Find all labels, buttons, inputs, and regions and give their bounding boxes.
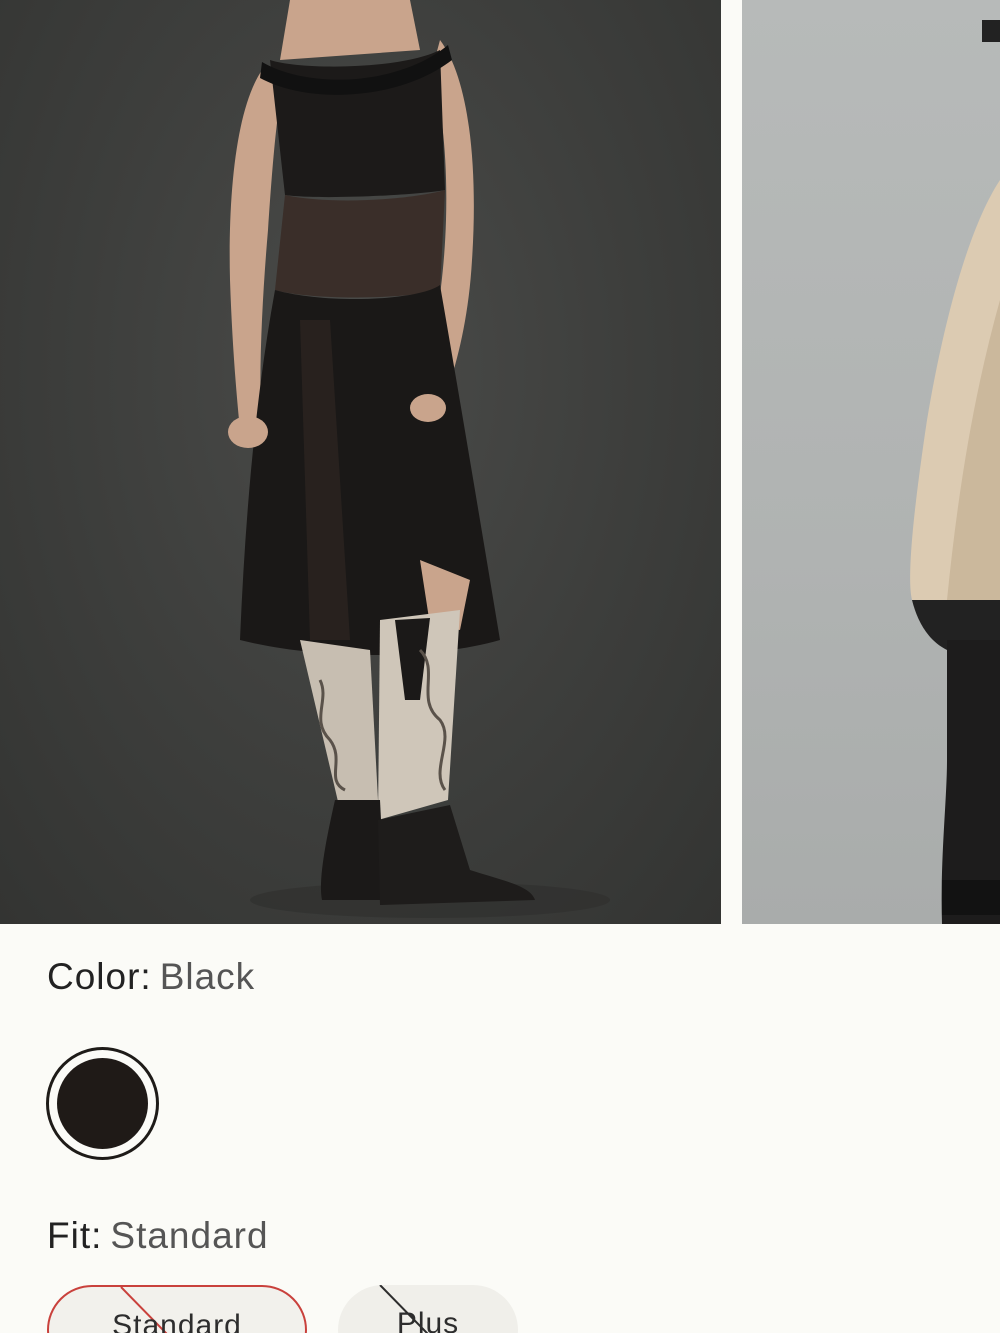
color-swatch-fill: [57, 1058, 148, 1149]
fit-option-label: Plus: [396, 1307, 460, 1333]
product-photo-front[interactable]: [0, 0, 721, 924]
product-photo-next[interactable]: [742, 0, 1000, 924]
fit-selection-label: Fit: Standard: [47, 1215, 269, 1257]
product-image-carousel[interactable]: [0, 0, 1000, 924]
fit-label: Fit:: [47, 1215, 103, 1256]
color-value: Black: [159, 956, 256, 997]
fit-option-standard[interactable]: Standard: [47, 1285, 307, 1333]
model-illustration: [228, 0, 610, 918]
fit-option-plus[interactable]: Plus: [338, 1285, 518, 1333]
fit-value: Standard: [110, 1215, 269, 1256]
color-swatch-black[interactable]: [46, 1047, 159, 1160]
fit-option-label: Standard: [112, 1309, 242, 1333]
model-illustration-partial: [910, 20, 1000, 924]
color-label: Color:: [47, 956, 152, 997]
color-selection-label: Color: Black: [47, 956, 255, 998]
